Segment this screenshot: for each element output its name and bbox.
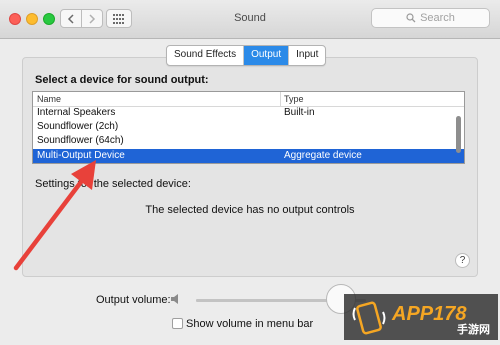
device-name: Soundflower (64ch) — [37, 135, 124, 146]
show-volume-checkbox[interactable] — [172, 318, 183, 329]
device-row-soundflower-2ch[interactable]: Soundflower (2ch) — [33, 120, 464, 134]
device-type: Built-in — [284, 107, 315, 118]
no-controls-message: The selected device has no output contro… — [145, 204, 355, 216]
output-volume-label: Output volume: — [96, 294, 171, 306]
title-bar: Sound Search — [0, 0, 500, 39]
device-name: Multi-Output Device — [37, 150, 125, 161]
search-field[interactable]: Search — [371, 8, 490, 28]
search-placeholder: Search — [420, 12, 455, 24]
list-scrollbar[interactable] — [456, 116, 461, 153]
column-divider — [280, 92, 281, 106]
phone-logo-icon — [352, 301, 386, 335]
device-row-multi-output[interactable]: Multi-Output Device Aggregate device — [33, 149, 464, 163]
device-row-internal-speakers[interactable]: Internal Speakers Built-in — [33, 106, 464, 120]
list-header: Name Type — [33, 92, 464, 107]
section-title: Select a device for sound output: — [35, 74, 209, 86]
watermark-logo: APP178 手游网 — [344, 294, 498, 340]
tab-sound-effects[interactable]: Sound Effects — [167, 46, 245, 65]
device-name: Internal Speakers — [37, 107, 116, 118]
speaker-icon — [171, 294, 178, 304]
tab-input[interactable]: Input — [289, 46, 325, 65]
device-row-soundflower-64ch[interactable]: Soundflower (64ch) — [33, 134, 464, 148]
show-volume-label: Show volume in menu bar — [186, 318, 314, 330]
settings-label: Settings for the selected device: — [35, 178, 191, 190]
device-name: Soundflower (2ch) — [37, 121, 119, 132]
watermark-subtext: 手游网 — [457, 324, 490, 336]
search-icon — [406, 13, 416, 23]
device-list[interactable]: Name Type Internal Speakers Built-in Sou… — [32, 91, 465, 164]
device-type: Aggregate device — [284, 150, 362, 161]
help-button[interactable]: ? — [455, 253, 470, 268]
watermark-text: APP178 — [392, 303, 467, 325]
volume-slider-fill — [196, 299, 341, 302]
tab-bar: Sound Effects Output Input — [166, 45, 327, 66]
column-header-type[interactable]: Type — [284, 94, 304, 104]
content-panel — [22, 57, 478, 277]
tab-output[interactable]: Output — [244, 46, 290, 65]
column-header-name[interactable]: Name — [37, 94, 61, 104]
